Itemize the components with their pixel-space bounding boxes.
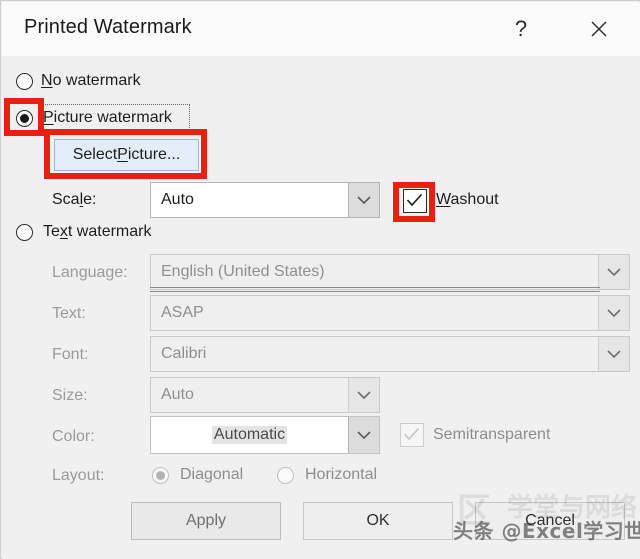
size-value: Auto (151, 386, 348, 404)
annotation-box-select-picture (44, 129, 207, 179)
layout-label: Layout: (52, 467, 104, 485)
language-underline (150, 287, 600, 292)
size-combobox[interactable]: Auto (150, 377, 380, 413)
label-text-watermark-a: Te (43, 223, 60, 240)
scale-label: Scale: (52, 191, 96, 209)
dialog-title: Printed Watermark (24, 16, 192, 39)
radio-layout-horizontal[interactable] (277, 467, 294, 484)
scale-label-a: Sca (52, 191, 80, 208)
source-watermark-text: 头条 @Excel学习世界 (453, 515, 640, 544)
font-label: Font: (52, 346, 88, 364)
text-combobox[interactable]: ASAP (150, 295, 630, 331)
label-text-watermark: Text watermark (43, 223, 151, 241)
focus-rectangle (40, 104, 190, 130)
radio-no-watermark[interactable] (16, 73, 33, 90)
title-bar: Printed Watermark ? (2, 2, 640, 56)
size-label: Size: (52, 387, 88, 405)
chevron-down-icon[interactable] (348, 183, 379, 217)
text-label: Text: (52, 305, 86, 323)
scale-value: Auto (151, 191, 348, 209)
close-icon[interactable] (576, 10, 622, 48)
chevron-down-icon[interactable] (348, 378, 379, 412)
radio-text-watermark[interactable] (16, 224, 33, 241)
scale-combobox[interactable]: Auto (150, 182, 380, 218)
radio-layout-diagonal[interactable] (152, 467, 169, 484)
semitransparent-checkbox[interactable] (400, 423, 424, 447)
accel-n: N (41, 72, 53, 89)
annotation-box-picture-radio (4, 98, 44, 136)
font-combobox[interactable]: Calibri (150, 336, 630, 372)
chevron-down-icon[interactable] (598, 255, 629, 289)
chevron-down-icon[interactable] (598, 296, 629, 330)
chevron-down-icon[interactable] (598, 337, 629, 371)
semitransparent-label: Semitransparent (433, 426, 550, 444)
label-no-watermark-rest: o watermark (53, 72, 141, 89)
printed-watermark-dialog: Printed Watermark ? No watermark Picture… (0, 0, 640, 559)
label-no-watermark: No watermark (41, 72, 141, 90)
language-combobox[interactable]: English (United States) (150, 254, 630, 290)
help-icon[interactable]: ? (498, 10, 544, 48)
label-text-watermark-b: t watermark (68, 223, 152, 240)
ok-button[interactable]: OK (303, 502, 453, 540)
font-value: Calibri (151, 345, 598, 363)
washout-label: Washout (436, 191, 499, 209)
accel-x: x (60, 223, 68, 240)
washout-label-rest: ashout (451, 191, 499, 208)
annotation-box-washout (393, 182, 435, 222)
apply-button[interactable]: Apply (131, 502, 281, 540)
text-value: ASAP (151, 304, 598, 322)
color-value-wrap: Automatic (151, 426, 348, 444)
language-value: English (United States) (151, 263, 598, 281)
color-combobox[interactable]: Automatic (150, 416, 380, 454)
label-layout-diagonal: Diagonal (180, 466, 243, 484)
scale-label-b: e: (83, 191, 96, 208)
accel-washout: W (436, 191, 451, 208)
label-layout-horizontal: Horizontal (305, 466, 377, 484)
chevron-down-icon[interactable] (348, 417, 379, 453)
color-value: Automatic (212, 426, 287, 444)
language-label: Language: (52, 264, 128, 282)
color-label: Color: (52, 428, 95, 446)
